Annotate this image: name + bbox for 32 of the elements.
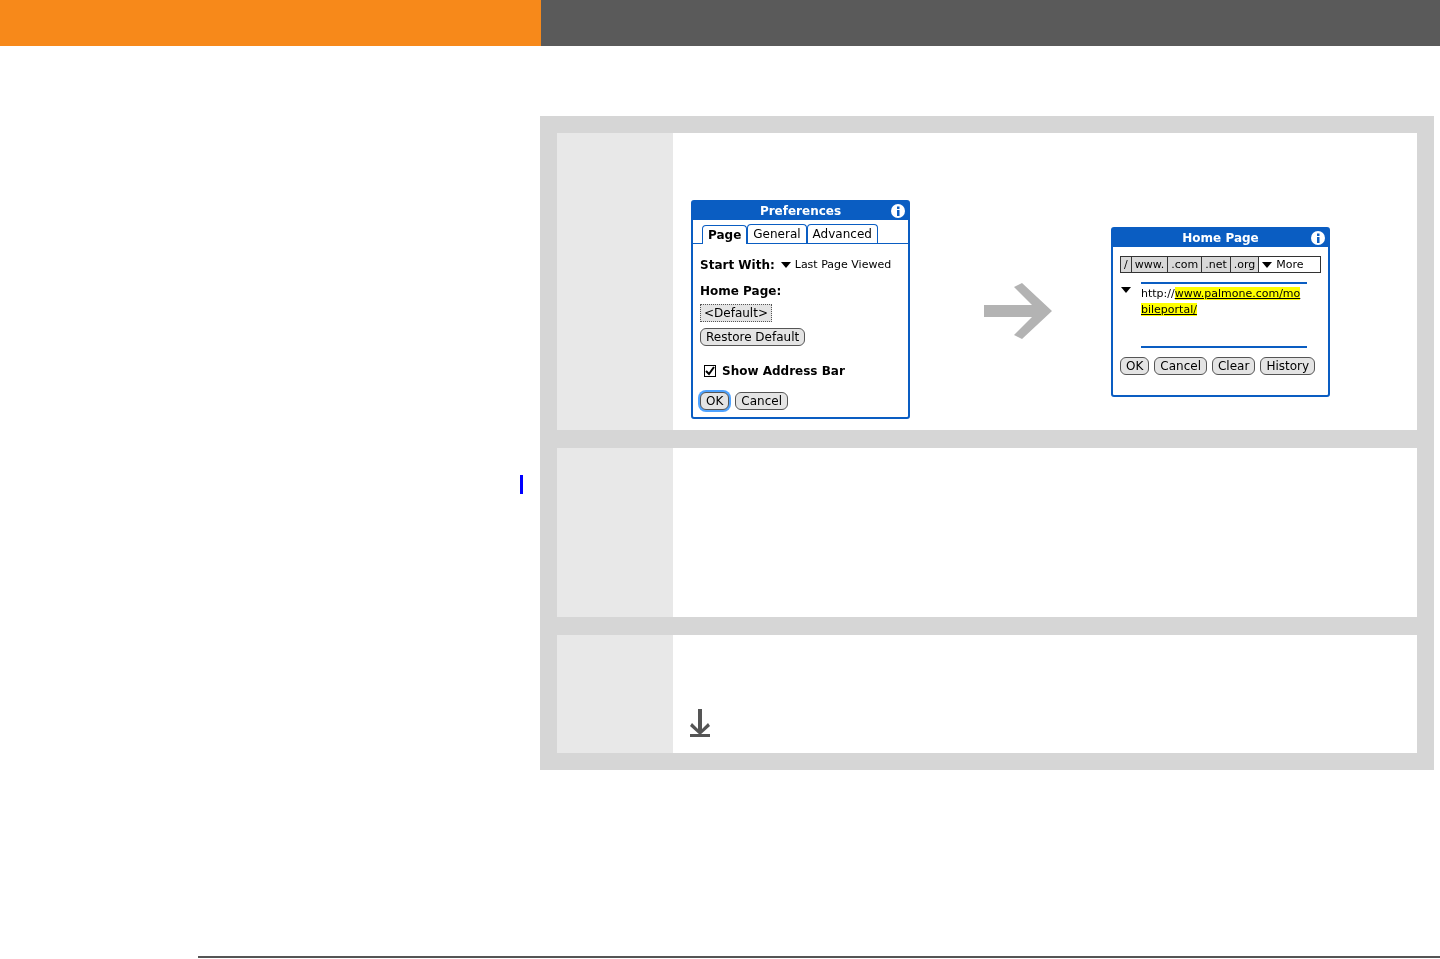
dialog-button[interactable]: Cancel: [1154, 357, 1207, 375]
dropdown-triangle-icon[interactable]: [1262, 261, 1273, 268]
shortcut-button[interactable]: .org: [1230, 257, 1260, 272]
tab[interactable]: Page: [702, 225, 748, 244]
shortcut-button[interactable]: .net: [1202, 257, 1231, 272]
restore-default-button[interactable]: Restore Default: [700, 328, 806, 346]
dialog-title: Preferences: [759, 203, 842, 220]
shortcut-button[interactable]: www.: [1131, 257, 1169, 272]
change-bar: [520, 475, 523, 494]
checkbox[interactable]: [704, 365, 716, 377]
checkbox-label: Show Address Bar: [722, 363, 845, 380]
shortcut-button[interactable]: /: [1121, 257, 1132, 272]
dialog-button[interactable]: Clear: [1212, 357, 1256, 375]
dialog-title: Home Page: [1182, 230, 1259, 247]
field-label: Home Page:: [700, 283, 783, 300]
field-label: Start With:: [700, 257, 775, 274]
info-icon[interactable]: [1311, 231, 1325, 245]
shortcut-button[interactable]: .com: [1168, 257, 1203, 272]
dialog-button[interactable]: OK: [700, 392, 730, 410]
right-arrow-icon: [984, 283, 1054, 339]
dialog-button[interactable]: OK: [1120, 357, 1150, 375]
home-page-selector[interactable]: <Default>: [700, 304, 772, 322]
dropdown-triangle-icon[interactable]: [780, 262, 791, 268]
tab[interactable]: Advanced: [806, 224, 878, 243]
dropdown-triangle-icon[interactable]: [1121, 287, 1131, 293]
down-arrow-icon: [689, 709, 711, 737]
dialog-button[interactable]: History: [1260, 357, 1316, 375]
info-icon[interactable]: [891, 204, 905, 218]
dialog-button[interactable]: Cancel: [735, 392, 788, 410]
tab[interactable]: General: [747, 224, 807, 243]
start-with-dropdown[interactable]: Last Page Viewed: [780, 256, 892, 274]
dropdown-value: Last Page Viewed: [794, 256, 892, 273]
